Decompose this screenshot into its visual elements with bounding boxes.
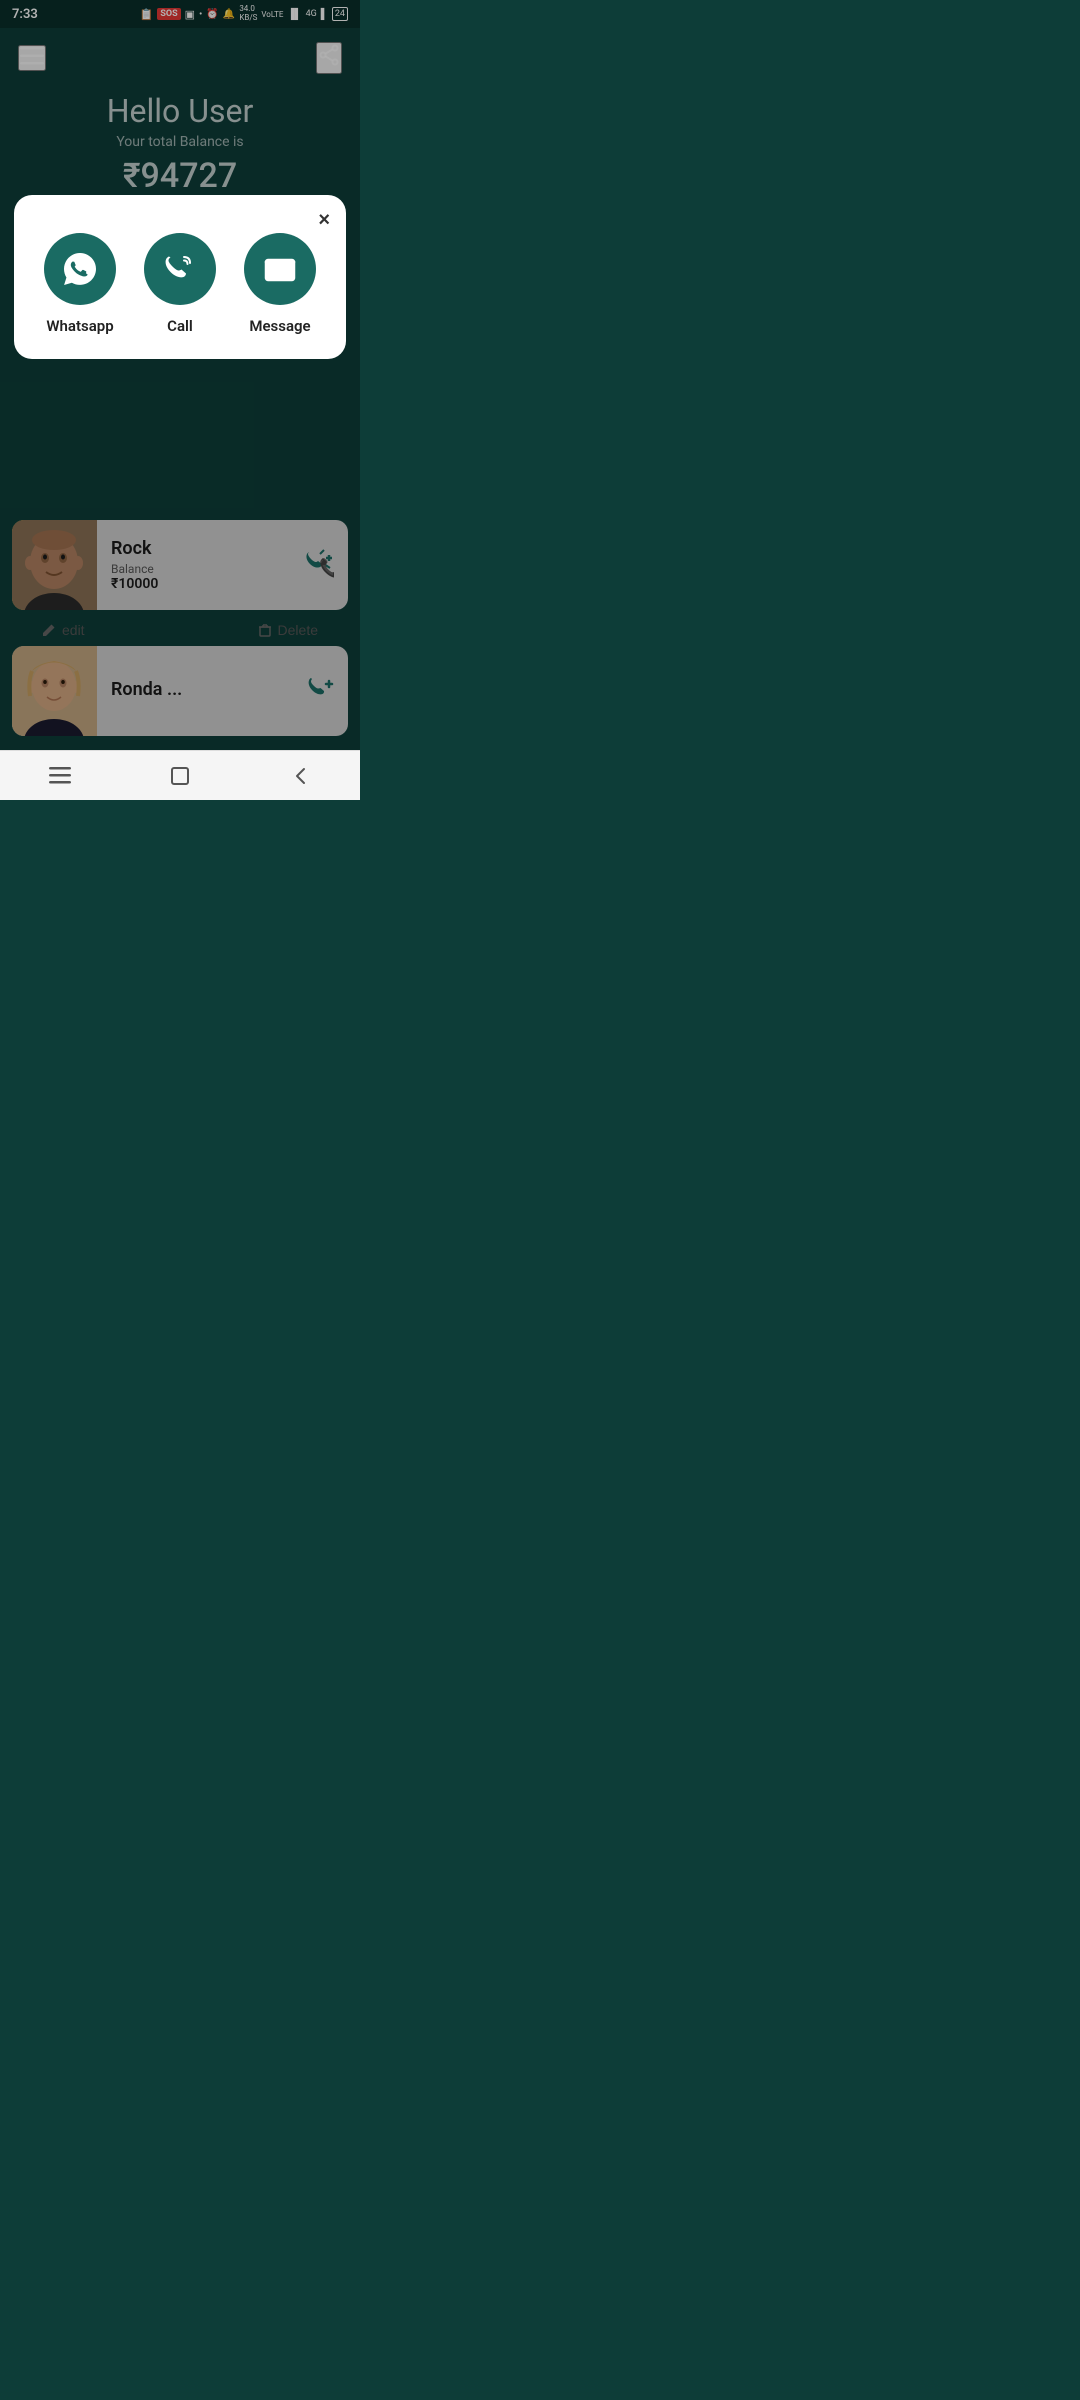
message-action[interactable]: Message: [244, 233, 316, 335]
nav-back-button[interactable]: [280, 756, 320, 796]
bottom-navigation: [0, 750, 360, 800]
modal-overlay[interactable]: [0, 0, 360, 800]
nav-home-button[interactable]: [160, 756, 200, 796]
whatsapp-action[interactable]: Whatsapp: [44, 233, 116, 335]
whatsapp-circle: [44, 233, 116, 305]
nav-menu-button[interactable]: [40, 756, 80, 796]
modal-actions: Whatsapp Call: [30, 233, 330, 335]
message-label: Message: [249, 317, 310, 335]
call-circle: [144, 233, 216, 305]
whatsapp-label: Whatsapp: [46, 317, 113, 335]
call-icon: [162, 251, 198, 287]
call-label: Call: [167, 317, 193, 335]
whatsapp-icon: [62, 251, 98, 287]
modal-close-button[interactable]: ×: [318, 209, 330, 232]
call-action[interactable]: Call: [144, 233, 216, 335]
contact-action-modal: × Whatsapp: [14, 195, 346, 359]
message-circle: [244, 233, 316, 305]
message-icon: [262, 251, 298, 287]
